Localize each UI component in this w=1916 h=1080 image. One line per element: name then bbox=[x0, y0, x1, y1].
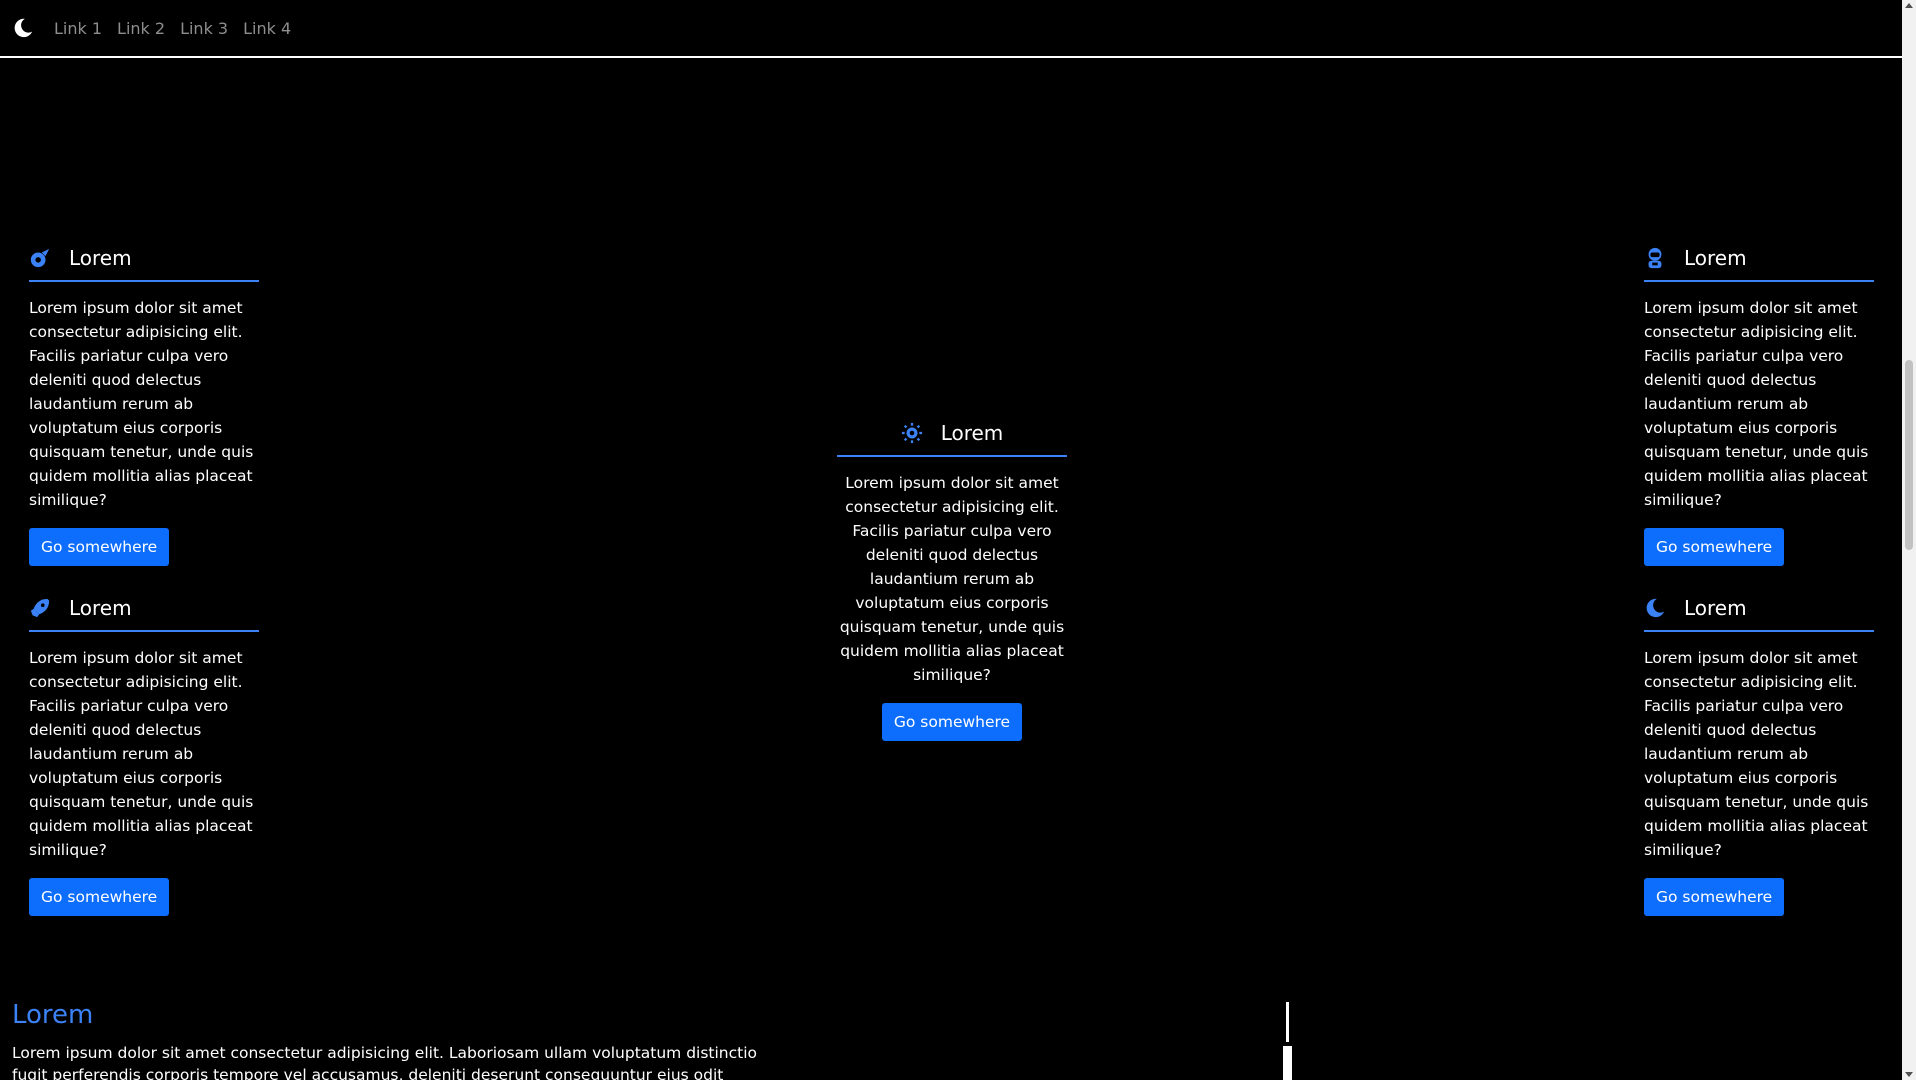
scroll-down-arrow[interactable] bbox=[1905, 1072, 1913, 1077]
card-text: Lorem ipsum dolor sit amet consectetur a… bbox=[29, 649, 254, 859]
nav-link-1[interactable]: Link 1 bbox=[54, 19, 102, 38]
card-title: Lorem bbox=[1684, 246, 1747, 270]
nav-link-3[interactable]: Link 3 bbox=[180, 19, 228, 38]
rocket-icon bbox=[29, 597, 51, 619]
nav-links: Link 1 Link 2 Link 3 Link 4 bbox=[54, 19, 306, 38]
scroll-thumb[interactable] bbox=[1905, 360, 1913, 550]
section-text: Lorem ipsum dolor sit amet consectetur a… bbox=[12, 1044, 758, 1080]
card-title: Lorem bbox=[69, 596, 132, 620]
nav-link-2[interactable]: Link 2 bbox=[117, 19, 165, 38]
nav-link-4[interactable]: Link 4 bbox=[243, 19, 291, 38]
card-bottom-left: Lorem Lorem ipsum dolor sit amet consect… bbox=[29, 586, 259, 916]
sun-icon bbox=[901, 422, 923, 444]
go-somewhere-button[interactable]: Go somewhere bbox=[881, 703, 1023, 741]
scrollbar[interactable] bbox=[1902, 0, 1916, 1080]
go-somewhere-button[interactable]: Go somewhere bbox=[29, 528, 170, 566]
page: Link 1 Link 2 Link 3 Link 4 Lorem Lorem … bbox=[0, 0, 1916, 1080]
card-bottom-right: Lorem Lorem ipsum dolor sit amet consect… bbox=[1644, 586, 1874, 916]
card-text: Lorem ipsum dolor sit amet consectetur a… bbox=[29, 299, 254, 509]
section-title: Lorem bbox=[12, 1000, 94, 1030]
card-header: Lorem bbox=[29, 586, 259, 632]
card-header: Lorem bbox=[1644, 236, 1874, 282]
go-somewhere-button[interactable]: Go somewhere bbox=[29, 878, 170, 916]
card-title: Lorem bbox=[69, 246, 132, 270]
navbar: Link 1 Link 2 Link 3 Link 4 bbox=[0, 0, 1902, 58]
card-top-right: Lorem Lorem ipsum dolor sit amet consect… bbox=[1644, 236, 1874, 566]
astronaut-icon bbox=[1644, 247, 1666, 269]
card-header: Lorem bbox=[837, 411, 1067, 457]
card-title: Lorem bbox=[1684, 596, 1747, 620]
card-center: Lorem Lorem ipsum dolor sit amet consect… bbox=[837, 411, 1067, 741]
card-top-left: Lorem Lorem ipsum dolor sit amet consect… bbox=[29, 236, 259, 566]
divider-bar bbox=[1286, 1002, 1289, 1042]
divider-bar bbox=[1283, 1046, 1292, 1080]
moon-icon[interactable] bbox=[12, 17, 34, 39]
card-text: Lorem ipsum dolor sit amet consectetur a… bbox=[839, 474, 1065, 684]
go-somewhere-button[interactable]: Go somewhere bbox=[1644, 528, 1785, 566]
card-text: Lorem ipsum dolor sit amet consectetur a… bbox=[1644, 649, 1869, 859]
scroll-up-arrow[interactable] bbox=[1905, 3, 1913, 8]
go-somewhere-button[interactable]: Go somewhere bbox=[1644, 878, 1785, 916]
moon-icon bbox=[1644, 597, 1666, 619]
card-header: Lorem bbox=[29, 236, 259, 282]
comet-icon bbox=[29, 247, 51, 269]
card-title: Lorem bbox=[940, 421, 1004, 445]
card-header: Lorem bbox=[1644, 586, 1874, 632]
card-text: Lorem ipsum dolor sit amet consectetur a… bbox=[1644, 299, 1869, 509]
